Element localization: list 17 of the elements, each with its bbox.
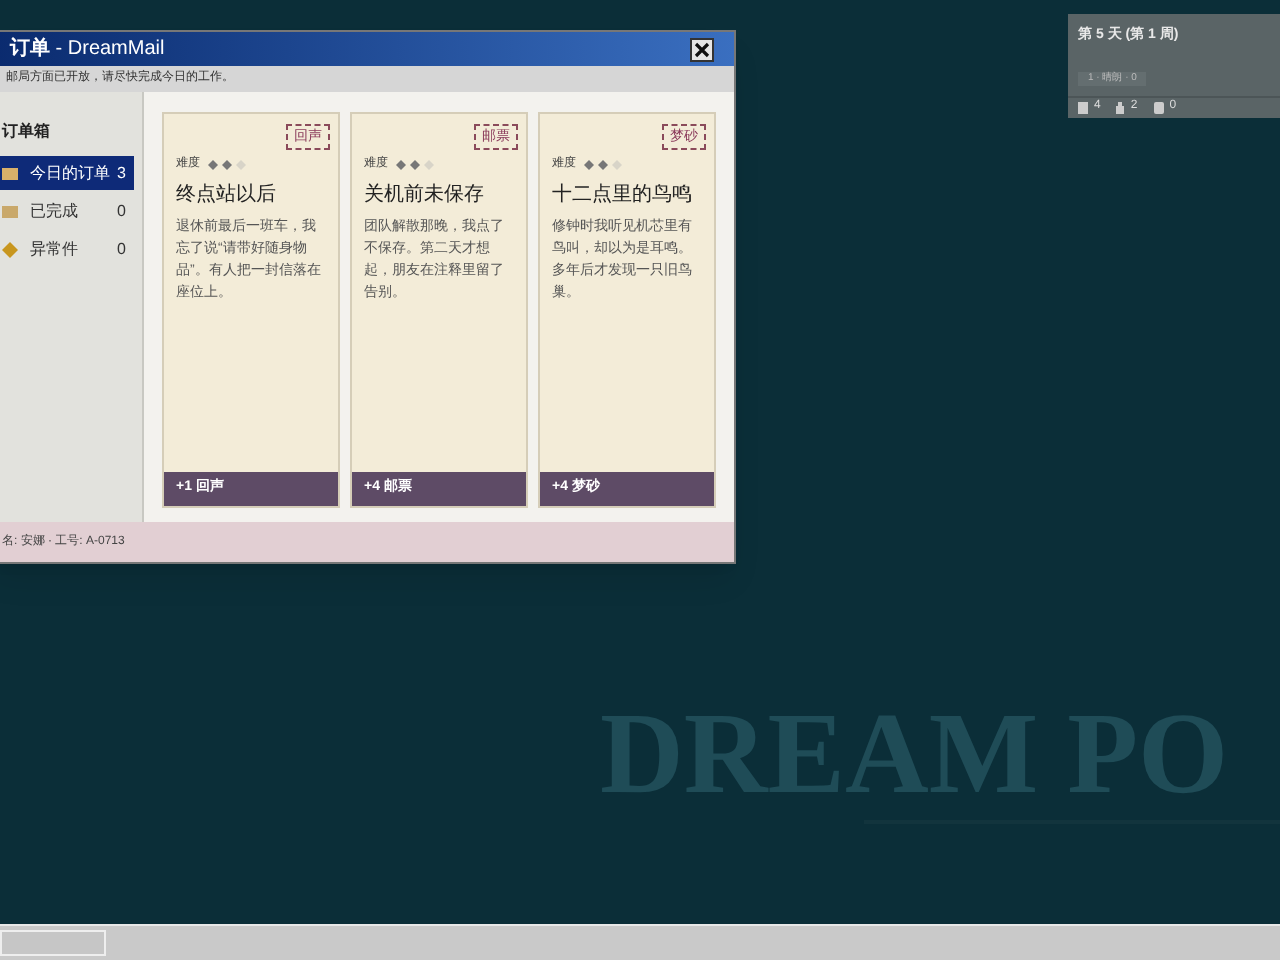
bottle-icon <box>1116 101 1125 114</box>
window-title: 订单 <box>10 35 50 64</box>
card-title: 十二点里的鸟鸣 <box>550 181 694 210</box>
folder-icon <box>2 205 18 217</box>
card-title: 终点站以后 <box>174 181 278 210</box>
warning-diamond-icon <box>2 241 18 257</box>
box-icon <box>1078 101 1088 114</box>
card-title: 关机前未保存 <box>362 181 486 210</box>
app-name: - DreamMail <box>53 36 165 64</box>
sidebar-heading: 订单箱 <box>0 120 52 144</box>
folder-icon <box>2 167 18 179</box>
sidebar-item[interactable]: 已完成 0 <box>0 194 134 228</box>
jar-icon <box>1153 101 1164 114</box>
close-icon <box>694 41 710 57</box>
close-button[interactable] <box>690 37 714 61</box>
sidebar-item[interactable]: 异常件 0 <box>0 232 134 266</box>
sidebar-item[interactable]: 今日的订单 3 <box>0 156 134 190</box>
